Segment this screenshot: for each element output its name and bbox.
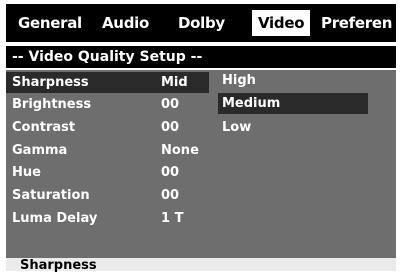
setting-row-saturation[interactable]: Saturation 00: [6, 185, 209, 206]
setting-label: Brightness: [12, 97, 92, 112]
setting-value: 1 T: [161, 211, 184, 226]
setting-label: Sharpness: [12, 75, 89, 90]
settings-panel: Sharpness Mid Brightness 00 Contrast 00 …: [6, 70, 396, 258]
osd-window: General Audio Dolby Video Preferen -- Vi…: [0, 0, 401, 273]
setting-row-gamma[interactable]: Gamma None: [6, 140, 209, 161]
setting-label: Luma Delay: [12, 211, 98, 226]
setting-value: Mid: [161, 75, 188, 90]
tab-audio[interactable]: Audio: [102, 4, 149, 42]
page-title: -- Video Quality Setup --: [6, 46, 396, 68]
setting-label: Contrast: [12, 120, 76, 135]
tab-general[interactable]: General: [18, 4, 82, 42]
tab-preferences[interactable]: Preferen: [321, 4, 392, 42]
setting-label: Gamma: [12, 143, 68, 158]
setting-value: None: [161, 143, 199, 158]
tab-bar: General Audio Dolby Video Preferen: [6, 4, 396, 42]
setting-value: 00: [161, 97, 180, 112]
status-bar: Sharpness: [6, 258, 396, 273]
setting-row-hue[interactable]: Hue 00: [6, 162, 209, 183]
option-high[interactable]: High: [218, 70, 256, 91]
tab-dolby[interactable]: Dolby: [178, 4, 225, 42]
setting-row-contrast[interactable]: Contrast 00: [6, 117, 209, 138]
setting-value: 00: [161, 165, 180, 180]
setting-row-luma-delay[interactable]: Luma Delay 1 T: [6, 208, 209, 229]
setting-label: Hue: [12, 165, 41, 180]
setting-label: Saturation: [12, 188, 90, 203]
option-medium[interactable]: Medium: [218, 93, 368, 114]
setting-value: 00: [161, 188, 180, 203]
setting-row-sharpness[interactable]: Sharpness Mid: [6, 72, 209, 93]
tab-video[interactable]: Video: [252, 10, 311, 36]
setting-value: 00: [161, 120, 180, 135]
option-low[interactable]: Low: [218, 117, 251, 138]
setting-row-brightness[interactable]: Brightness 00: [6, 94, 209, 115]
